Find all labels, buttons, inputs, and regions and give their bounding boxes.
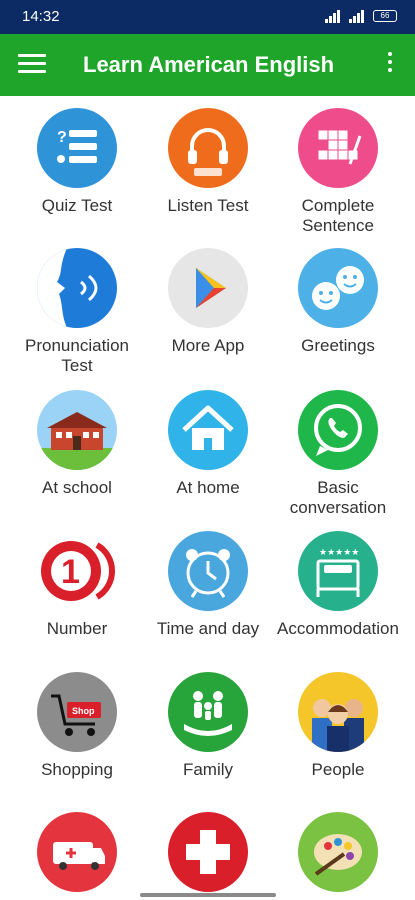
tile-label: Basic conversation bbox=[289, 478, 387, 517]
medical-cross-icon bbox=[168, 812, 248, 892]
headphones-icon bbox=[168, 108, 248, 188]
tile-label: At home bbox=[176, 478, 240, 497]
tile-label: Accommodation bbox=[277, 619, 399, 638]
tile-label: Shopping bbox=[41, 760, 113, 779]
tile-more-app[interactable]: More App bbox=[143, 248, 273, 356]
app-title: Learn American English bbox=[83, 52, 335, 77]
tile-quiz-test[interactable]: ? Quiz Test bbox=[12, 108, 142, 216]
ambulance-icon bbox=[37, 812, 117, 892]
tile-health-cross[interactable] bbox=[143, 812, 273, 900]
status-bar: 14:32 66 bbox=[0, 0, 415, 34]
tile-shopping[interactable]: Shop Shopping bbox=[12, 672, 142, 780]
svg-text:★★★★★: ★★★★★ bbox=[319, 548, 359, 558]
tile-label: Pronunciation Test bbox=[25, 336, 129, 375]
tile-label: More App bbox=[171, 336, 245, 355]
tile-health-ambulance[interactable] bbox=[12, 812, 142, 900]
home-gesture-bar[interactable] bbox=[140, 893, 276, 897]
svg-text:?: ? bbox=[57, 129, 67, 146]
play-store-icon bbox=[168, 248, 248, 328]
tile-at-home[interactable]: At home bbox=[143, 390, 273, 498]
tile-greetings[interactable]: Greetings bbox=[273, 248, 403, 356]
tile-label: Quiz Test bbox=[41, 196, 113, 215]
art-palette-icon bbox=[298, 812, 378, 892]
school-building-icon bbox=[37, 390, 117, 470]
svg-text:1: 1 bbox=[61, 553, 80, 591]
people-group-icon bbox=[298, 672, 378, 752]
hotel-bed-icon: ★★★★★ bbox=[298, 531, 378, 611]
tile-label: At school bbox=[42, 478, 112, 497]
tile-complete-sentence[interactable]: Complete Sentence bbox=[273, 108, 403, 236]
overflow-menu-icon[interactable] bbox=[385, 52, 395, 78]
tile-label: Listen Test bbox=[167, 196, 249, 215]
tile-number[interactable]: 1 Number bbox=[12, 531, 142, 639]
signal-icon bbox=[349, 9, 367, 23]
app-bar: Learn American English bbox=[0, 34, 415, 96]
hamburger-menu-icon[interactable] bbox=[18, 54, 46, 76]
family-hand-icon bbox=[168, 672, 248, 752]
tile-people[interactable]: People bbox=[273, 672, 403, 780]
status-time: 14:32 bbox=[22, 8, 60, 25]
system-icons: 66 bbox=[325, 9, 397, 23]
smiley-chat-icon bbox=[298, 248, 378, 328]
tile-listen-test[interactable]: Listen Test bbox=[143, 108, 273, 216]
tile-label: Number bbox=[46, 619, 108, 638]
signal-icon bbox=[325, 9, 343, 23]
svg-text:Shop: Shop bbox=[72, 706, 95, 716]
tile-basic-conversation[interactable]: Basic conversation bbox=[273, 390, 403, 518]
alarm-clock-icon bbox=[168, 531, 248, 611]
tile-accommodation[interactable]: ★★★★★ Accommodation bbox=[273, 531, 403, 639]
tile-pronunciation-test[interactable]: Pronunciation Test bbox=[12, 248, 142, 376]
tile-art-palette[interactable] bbox=[273, 812, 403, 900]
tile-label: Time and day bbox=[156, 619, 260, 638]
tile-family[interactable]: Family bbox=[143, 672, 273, 780]
tile-label: Family bbox=[182, 760, 234, 779]
speaking-face-icon bbox=[37, 248, 117, 328]
tile-label: People bbox=[311, 760, 365, 779]
house-icon bbox=[168, 390, 248, 470]
battery-icon: 66 bbox=[373, 10, 397, 22]
tile-at-school[interactable]: At school bbox=[12, 390, 142, 498]
tile-label: Greetings bbox=[301, 336, 375, 355]
shopping-cart-icon: Shop bbox=[37, 672, 117, 752]
phone-chat-icon bbox=[298, 390, 378, 470]
tile-label: Complete Sentence bbox=[301, 196, 375, 235]
number-one-icon: 1 bbox=[37, 531, 117, 611]
tile-time-and-day[interactable]: Time and day bbox=[143, 531, 273, 639]
quiz-list-icon: ? bbox=[37, 108, 117, 188]
crossword-icon bbox=[298, 108, 378, 188]
